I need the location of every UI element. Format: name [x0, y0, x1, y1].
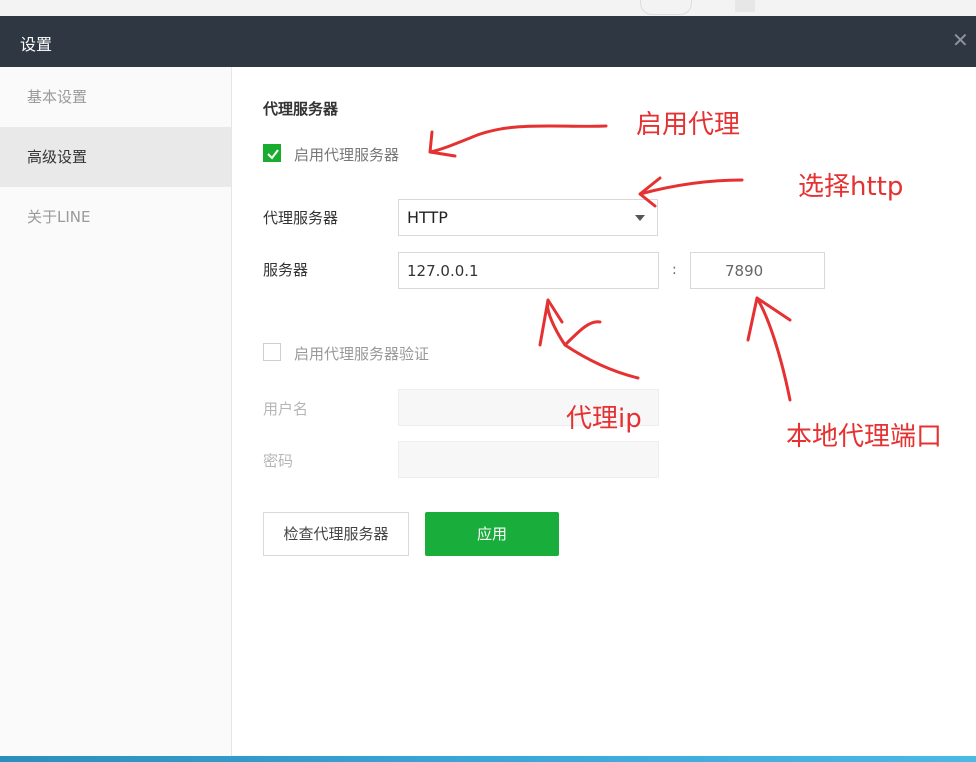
background-window-strip [0, 0, 976, 17]
password-label: 密码 [263, 452, 294, 470]
close-icon[interactable]: ✕ [952, 28, 969, 52]
check-proxy-button[interactable]: 检查代理服务器 [263, 512, 409, 556]
arrow-to-port-input [746, 296, 792, 402]
arrow-to-server-input [538, 298, 640, 380]
username-label: 用户名 [263, 400, 309, 418]
checkmark-icon [267, 149, 279, 160]
port-input[interactable] [690, 252, 825, 289]
settings-sidebar: 基本设置 高级设置 关于LINE [0, 67, 232, 762]
proxy-type-select[interactable]: HTTP [398, 199, 658, 236]
enable-proxy-auth-checkbox[interactable] [263, 343, 281, 361]
annotation-enable-proxy: 启用代理 [636, 110, 741, 140]
annotation-proxy-ip: 代理ip [566, 404, 642, 434]
sidebar-item-advanced-settings[interactable]: 高级设置 [0, 127, 231, 187]
enable-proxy-label: 启用代理服务器 [294, 146, 400, 164]
server-label: 服务器 [263, 261, 309, 279]
background-tab-shape [640, 0, 692, 15]
enable-proxy-auth-label: 启用代理服务器验证 [294, 345, 430, 363]
proxy-type-label: 代理服务器 [263, 209, 339, 227]
port-separator: : [672, 262, 677, 278]
enable-proxy-checkbox[interactable] [263, 144, 281, 162]
annotation-local-port: 本地代理端口 [786, 422, 943, 452]
server-address-input[interactable] [398, 252, 659, 289]
sidebar-item-basic-settings[interactable]: 基本设置 [0, 67, 231, 127]
password-input[interactable] [398, 441, 659, 478]
proxy-type-value: HTTP [407, 208, 448, 227]
apply-button[interactable]: 应用 [425, 512, 559, 556]
sidebar-item-about-line[interactable]: 关于LINE [0, 187, 231, 247]
arrow-to-enable-checkbox [428, 124, 608, 158]
annotation-choose-http: 选择http [798, 172, 904, 202]
chevron-down-icon [635, 215, 645, 221]
title-bar: 设置 ✕ [0, 16, 976, 67]
window-title: 设置 [20, 35, 53, 54]
bottom-accent-bar [0, 756, 976, 762]
proxy-section-title: 代理服务器 [263, 100, 339, 118]
background-tab-block [735, 0, 755, 12]
